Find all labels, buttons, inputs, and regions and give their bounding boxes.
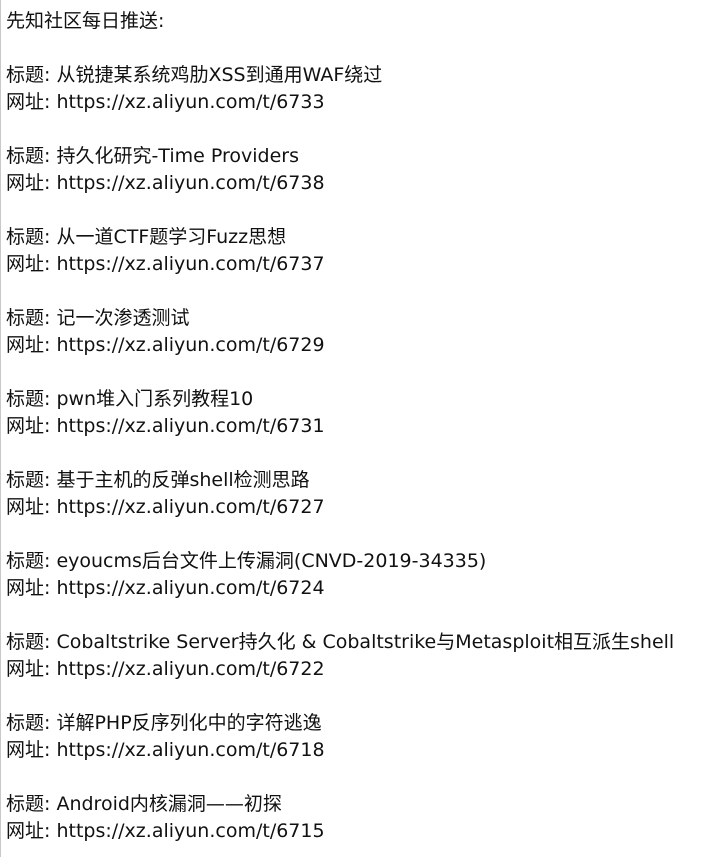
url-label: 网址: (6, 577, 51, 599)
entry-url-line: 网址: https://xz.aliyun.com/t/6724 (6, 575, 725, 602)
title-label: 标题: (6, 550, 51, 572)
title-label: 标题: (6, 469, 51, 491)
entry-title-line: 标题: 从一道CTF题学习Fuzz思想 (6, 224, 725, 251)
entry-title-line: 标题: 持久化研究-Time Providers (6, 143, 725, 170)
entry-url-line: 网址: https://xz.aliyun.com/t/6737 (6, 251, 725, 278)
list-item: 标题: 记一次渗透测试 网址: https://xz.aliyun.com/t/6… (6, 305, 725, 359)
url-label: 网址: (6, 739, 51, 761)
list-item: 标题: 持久化研究-Time Providers 网址: https://xz.a… (6, 143, 725, 197)
entry-title-line: 标题: 从锐捷某系统鸡肋XSS到通用WAF绕过 (6, 62, 725, 89)
entry-list: 标题: 从锐捷某系统鸡肋XSS到通用WAF绕过 网址: https://xz.al… (6, 62, 725, 845)
entry-title-line: 标题: eyoucms后台文件上传漏洞(CNVD-2019-34335) (6, 548, 725, 575)
title-label: 标题: (6, 712, 51, 734)
entry-title-line: 标题: 基于主机的反弹shell检测思路 (6, 467, 725, 494)
entry-title-line: 标题: Cobaltstrike Server持久化 & Cobaltstrik… (6, 629, 725, 656)
list-item: 标题: pwn堆入门系列教程10 网址: https://xz.aliyun.co… (6, 386, 725, 440)
entry-url-link[interactable]: https://xz.aliyun.com/t/6727 (56, 496, 324, 518)
url-label: 网址: (6, 820, 51, 842)
title-label: 标题: (6, 145, 51, 167)
entry-title: 基于主机的反弹shell检测思路 (56, 469, 310, 491)
list-item: 标题: eyoucms后台文件上传漏洞(CNVD-2019-34335) 网址: … (6, 548, 725, 602)
entry-url-line: 网址: https://xz.aliyun.com/t/6738 (6, 170, 725, 197)
entry-url-link[interactable]: https://xz.aliyun.com/t/6729 (56, 334, 324, 356)
url-label: 网址: (6, 253, 51, 275)
list-item: 标题: 从一道CTF题学习Fuzz思想 网址: https://xz.aliyun… (6, 224, 725, 278)
entry-title: eyoucms后台文件上传漏洞(CNVD-2019-34335) (56, 550, 487, 572)
url-label: 网址: (6, 172, 51, 194)
entry-url-link[interactable]: https://xz.aliyun.com/t/6733 (56, 91, 324, 113)
entry-title: Cobaltstrike Server持久化 & Cobaltstrike与Me… (56, 631, 675, 653)
url-label: 网址: (6, 415, 51, 437)
entry-url-line: 网址: https://xz.aliyun.com/t/6722 (6, 656, 725, 683)
push-message: 先知社区每日推送: 标题: 从锐捷某系统鸡肋XSS到通用WAF绕过 网址: htt… (6, 8, 725, 845)
url-label: 网址: (6, 496, 51, 518)
entry-url-link[interactable]: https://xz.aliyun.com/t/6724 (56, 577, 324, 599)
entry-url-line: 网址: https://xz.aliyun.com/t/6733 (6, 89, 725, 116)
entry-title-line: 标题: Android内核漏洞——初探 (6, 791, 725, 818)
entry-url-line: 网址: https://xz.aliyun.com/t/6727 (6, 494, 725, 521)
list-item: 标题: Android内核漏洞——初探 网址: https://xz.aliyun… (6, 791, 725, 845)
entry-url-line: 网址: https://xz.aliyun.com/t/6718 (6, 737, 725, 764)
entry-url-link[interactable]: https://xz.aliyun.com/t/6737 (56, 253, 324, 275)
list-item: 标题: 详解PHP反序列化中的字符逃逸 网址: https://xz.aliyun… (6, 710, 725, 764)
title-label: 标题: (6, 226, 51, 248)
entry-title: 详解PHP反序列化中的字符逃逸 (56, 712, 322, 734)
url-label: 网址: (6, 658, 51, 680)
title-label: 标题: (6, 388, 51, 410)
title-label: 标题: (6, 307, 51, 329)
url-label: 网址: (6, 91, 51, 113)
list-item: 标题: 基于主机的反弹shell检测思路 网址: https://xz.aliyu… (6, 467, 725, 521)
entry-title: 从锐捷某系统鸡肋XSS到通用WAF绕过 (56, 64, 383, 86)
list-item: 标题: 从锐捷某系统鸡肋XSS到通用WAF绕过 网址: https://xz.al… (6, 62, 725, 116)
entry-title-line: 标题: 详解PHP反序列化中的字符逃逸 (6, 710, 725, 737)
title-label: 标题: (6, 793, 51, 815)
title-label: 标题: (6, 64, 51, 86)
entry-url-link[interactable]: https://xz.aliyun.com/t/6718 (56, 739, 324, 761)
entry-title: pwn堆入门系列教程10 (56, 388, 254, 410)
entry-url-line: 网址: https://xz.aliyun.com/t/6715 (6, 818, 725, 845)
url-label: 网址: (6, 334, 51, 356)
entry-title-line: 标题: 记一次渗透测试 (6, 305, 725, 332)
list-item: 标题: Cobaltstrike Server持久化 & Cobaltstrik… (6, 629, 725, 683)
entry-title: 持久化研究-Time Providers (56, 145, 299, 167)
entry-title: 记一次渗透测试 (56, 307, 190, 329)
entry-url-link[interactable]: https://xz.aliyun.com/t/6722 (56, 658, 324, 680)
entry-title: Android内核漏洞——初探 (56, 793, 282, 815)
title-label: 标题: (6, 631, 51, 653)
entry-url-link[interactable]: https://xz.aliyun.com/t/6731 (56, 415, 324, 437)
entry-title-line: 标题: pwn堆入门系列教程10 (6, 386, 725, 413)
entry-url-line: 网址: https://xz.aliyun.com/t/6729 (6, 332, 725, 359)
entry-url-link[interactable]: https://xz.aliyun.com/t/6738 (56, 172, 324, 194)
entry-url-link[interactable]: https://xz.aliyun.com/t/6715 (56, 820, 324, 842)
message-header: 先知社区每日推送: (6, 10, 165, 32)
entry-title: 从一道CTF题学习Fuzz思想 (56, 226, 287, 248)
entry-url-line: 网址: https://xz.aliyun.com/t/6731 (6, 413, 725, 440)
